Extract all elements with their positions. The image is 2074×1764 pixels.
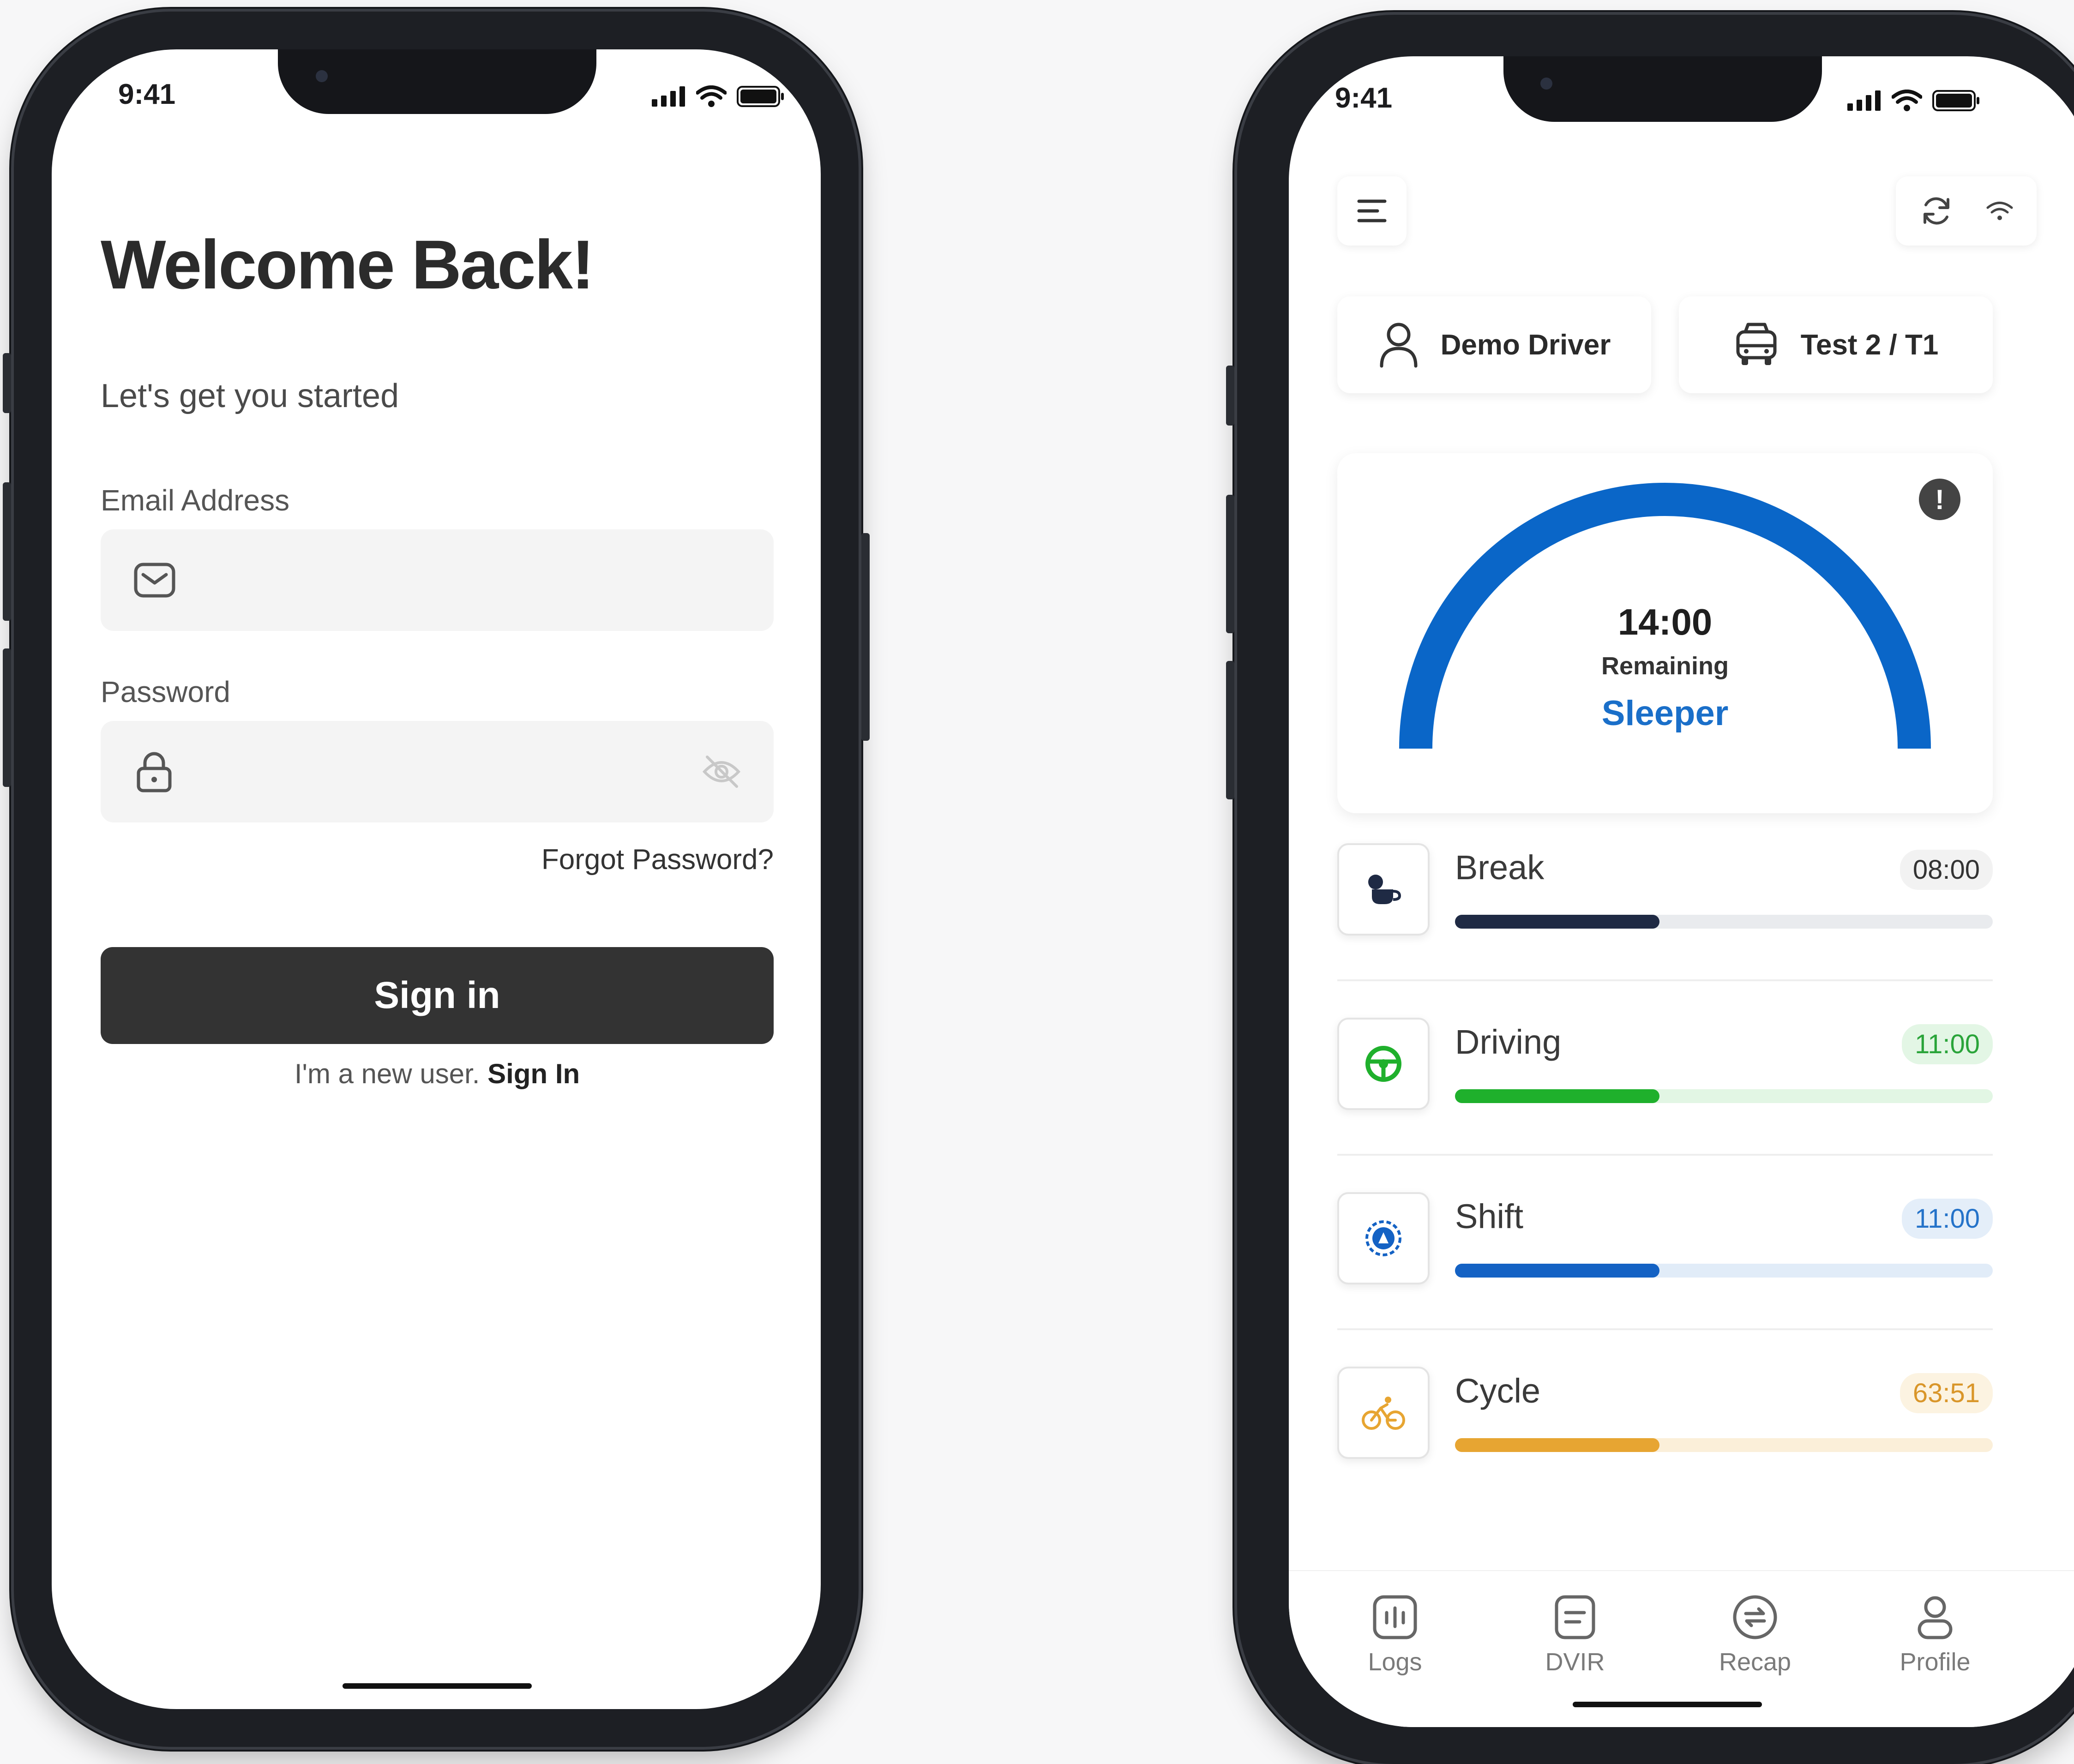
tab-profile[interactable]: Profile <box>1866 1594 2004 1676</box>
tab-dvir[interactable]: DVIR <box>1506 1594 1644 1676</box>
new-user-row: I'm a new user. Sign In <box>101 1058 774 1090</box>
stat-row-shift[interactable]: Shift 11:00 <box>1337 1192 1993 1294</box>
stat-row-break[interactable]: Break 08:00 <box>1337 843 1993 945</box>
stat-divider <box>1337 979 1993 981</box>
stat-value-badge: 11:00 <box>1902 1024 1993 1064</box>
coffee-cup-icon <box>1337 843 1430 936</box>
stat-label: Break <box>1455 848 1545 887</box>
driver-name: Demo Driver <box>1440 329 1611 361</box>
shift-clock-icon <box>1337 1192 1430 1284</box>
stat-label: Shift <box>1455 1197 1524 1236</box>
password-field[interactable] <box>101 721 774 822</box>
truck-icon <box>1736 323 1777 365</box>
lock-icon <box>137 752 172 792</box>
status-time: 9:41 <box>1335 82 1393 114</box>
status-icons <box>652 85 785 108</box>
email-label: Email Address <box>101 484 290 517</box>
page-title: Welcome Back! <box>101 226 595 303</box>
phone-dashboard: 9:41 Demo Driver Test 2 / T1 ! 14:00 Rem… <box>1226 15 2074 1764</box>
vehicle-name: Test 2 / T1 <box>1800 329 1939 361</box>
gauge-remaining-label: Remaining <box>1601 652 1729 680</box>
mail-icon <box>134 563 175 598</box>
tab-label: DVIR <box>1545 1648 1605 1676</box>
stat-value-badge: 63:51 <box>1900 1373 1993 1413</box>
volume-up-button <box>3 482 11 621</box>
logs-icon <box>1373 1595 1417 1639</box>
stat-progress-fill <box>1455 1089 1659 1103</box>
stat-label: Driving <box>1455 1023 1562 1061</box>
stat-row-driving[interactable]: Driving 11:00 <box>1337 1018 1993 1119</box>
stat-progress-track <box>1455 1089 1993 1103</box>
menu-button[interactable] <box>1337 176 1407 246</box>
notch <box>278 49 596 114</box>
volume-up-button <box>1226 495 1234 633</box>
volume-down-button <box>1226 661 1234 799</box>
page-subtitle: Let's get you started <box>101 378 399 414</box>
stat-divider <box>1337 1154 1993 1156</box>
side-button <box>1226 366 1234 426</box>
notch <box>1503 56 1822 122</box>
status-icons <box>1847 90 1980 112</box>
home-indicator <box>1573 1702 1762 1707</box>
tab-label: Profile <box>1900 1648 1971 1676</box>
menu-icon <box>1357 199 1387 222</box>
volume-down-button <box>3 648 11 787</box>
steering-wheel-icon <box>1337 1018 1430 1110</box>
password-input[interactable] <box>190 721 683 822</box>
camera-icon <box>316 70 328 82</box>
power-button <box>861 533 870 741</box>
sync-icon[interactable] <box>1919 194 1954 228</box>
profile-icon <box>1918 1596 1953 1639</box>
stat-progress-fill <box>1455 1264 1659 1278</box>
gauge-status: Sleeper <box>1601 694 1729 733</box>
sync-wifi-group <box>1896 176 2037 246</box>
camera-icon <box>1540 78 1552 90</box>
side-button <box>3 353 11 413</box>
login-screen: 9:41 Welcome Back! Let's get you started… <box>52 49 821 1709</box>
driver-icon <box>1380 323 1418 368</box>
stat-progress-fill <box>1455 915 1659 929</box>
wifi-icon <box>1892 90 1922 111</box>
tab-logs[interactable]: Logs <box>1326 1594 1464 1676</box>
eye-off-icon[interactable] <box>702 753 741 790</box>
new-user-text: I'm a new user. <box>294 1058 480 1089</box>
stat-progress-track <box>1455 1264 1993 1278</box>
signal-icon <box>652 86 685 107</box>
dashboard-screen: 9:41 Demo Driver Test 2 / T1 ! 14:00 Rem… <box>1289 56 2074 1727</box>
stat-row-cycle[interactable]: Cycle 63:51 <box>1337 1367 1993 1468</box>
tab-label: Logs <box>1368 1648 1422 1676</box>
battery-icon <box>737 86 784 107</box>
register-link[interactable]: Sign In <box>487 1058 580 1089</box>
wifi-icon <box>696 85 727 107</box>
sign-in-button[interactable]: Sign in <box>101 947 774 1044</box>
hours-gauge-card: ! 14:00 Remaining Sleeper <box>1337 453 1993 813</box>
email-input[interactable] <box>194 529 774 631</box>
phone-login: 9:41 Welcome Back! Let's get you started… <box>3 12 870 1747</box>
stat-progress-track <box>1455 1438 1993 1452</box>
connection-wifi-icon[interactable] <box>1986 201 2014 221</box>
driver-chip[interactable]: Demo Driver <box>1337 296 1651 393</box>
recap-icon <box>1733 1595 1777 1639</box>
stat-progress-track <box>1455 915 1993 929</box>
stat-divider <box>1337 1328 1993 1330</box>
stat-value-badge: 08:00 <box>1900 850 1993 890</box>
tab-recap[interactable]: Recap <box>1686 1594 1824 1676</box>
stat-value-badge: 11:00 <box>1902 1199 1993 1239</box>
home-indicator <box>343 1683 532 1689</box>
status-time: 9:41 <box>118 78 176 110</box>
tab-label: Recap <box>1719 1648 1791 1676</box>
password-label: Password <box>101 675 230 708</box>
stat-label: Cycle <box>1455 1372 1541 1410</box>
vehicle-chip[interactable]: Test 2 / T1 <box>1679 296 1993 393</box>
email-field[interactable] <box>101 529 774 631</box>
signal-icon <box>1847 90 1881 111</box>
stat-progress-fill <box>1455 1438 1659 1452</box>
dvir-icon <box>1555 1595 1595 1639</box>
gauge-time: 14:00 <box>1617 601 1713 642</box>
bicycle-icon <box>1337 1367 1430 1459</box>
forgot-password-link[interactable]: Forgot Password? <box>541 843 774 876</box>
battery-icon <box>1932 90 1979 111</box>
